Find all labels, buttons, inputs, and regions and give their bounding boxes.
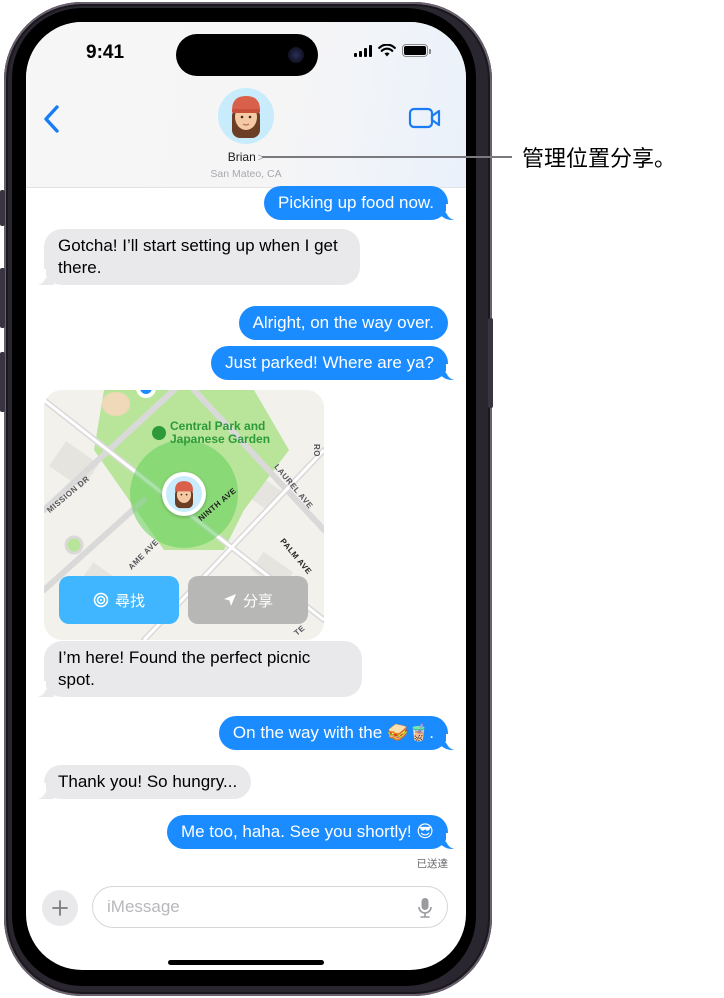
memoji-avatar-icon: [232, 96, 260, 138]
video-camera-icon[interactable]: [408, 106, 442, 130]
apps-plus-button[interactable]: [42, 890, 78, 926]
cellular-signal-icon: [354, 44, 372, 57]
message-text: Picking up food now.: [278, 193, 434, 212]
chevron-right-icon: >: [257, 152, 265, 164]
plus-icon: [52, 900, 68, 916]
message-text: Gotcha! I’ll start setting up when I get…: [58, 236, 338, 277]
microphone-icon[interactable]: [417, 896, 433, 920]
radar-icon: [93, 592, 109, 608]
message-bubble-outgoing[interactable]: On the way with the 🥪🧋.: [218, 716, 457, 750]
message-text: Thank you! So hungry...: [58, 772, 238, 791]
status-time: 9:41: [86, 42, 125, 63]
callout-line: [262, 156, 512, 158]
message-bubble-outgoing[interactable]: Alright, on the way over.: [238, 306, 448, 340]
park-label: Central Park and Japanese Garden: [170, 420, 270, 446]
location-arrow-icon: [223, 594, 236, 606]
message-text: On the way with the 🥪🧋.: [232, 723, 434, 742]
contact-name: Brian: [227, 150, 256, 164]
battery-icon: [402, 44, 431, 57]
find-button[interactable]: 尋找: [59, 576, 179, 624]
conversation-header: 9:41 Brian > San Mateo, CA: [26, 22, 466, 188]
contact-avatar[interactable]: [218, 88, 274, 144]
messages-screen: 9:41 Brian > San Mateo, CA Picking up fo…: [26, 22, 466, 970]
find-button-label: 尋找: [114, 592, 145, 610]
message-bubble-incoming[interactable]: Thank you! So hungry...: [35, 765, 252, 799]
message-bubble-outgoing[interactable]: Me too, haha. See you shortly! 😎: [166, 815, 457, 849]
callout-text: 管理位置分享。: [522, 147, 677, 172]
dynamic-island: [176, 34, 318, 76]
message-bubble-outgoing[interactable]: Picking up food now.: [264, 186, 456, 220]
status-icons: [354, 44, 431, 57]
share-location-button[interactable]: 分享: [188, 576, 308, 624]
contact-location-marker[interactable]: [162, 472, 206, 516]
location-map-card[interactable]: Central Park and Japanese Garden MISSION…: [44, 390, 324, 640]
message-input[interactable]: [107, 895, 397, 919]
volume-up-button: [0, 268, 5, 328]
volume-down-button: [0, 352, 5, 412]
imessage-input-field[interactable]: [92, 886, 448, 928]
home-indicator[interactable]: [168, 960, 324, 965]
message-text: Alright, on the way over.: [252, 313, 434, 332]
delivered-status: 已送達: [416, 858, 449, 870]
message-text: Just parked! Where are ya?: [225, 353, 434, 372]
side-power-button: [488, 318, 493, 408]
back-chevron-icon[interactable]: [40, 102, 64, 136]
message-text: Me too, haha. See you shortly! 😎: [180, 822, 434, 841]
message-bubble-outgoing[interactable]: Just parked! Where are ya?: [211, 346, 456, 380]
message-text: I’m here! Found the perfect picnic spot.: [58, 648, 311, 689]
park-pin-icon: [152, 426, 166, 440]
wifi-icon: [378, 44, 396, 57]
front-camera: [288, 47, 304, 63]
share-button-label: 分享: [242, 592, 273, 610]
message-bubble-incoming[interactable]: I’m here! Found the perfect picnic spot.: [36, 641, 362, 697]
street-label: RO: [312, 444, 321, 457]
message-bubble-incoming[interactable]: Gotcha! I’ll start setting up when I get…: [36, 229, 360, 285]
action-button: [0, 190, 5, 226]
contact-location: San Mateo, CA: [210, 168, 282, 180]
memoji-avatar-icon: [166, 476, 202, 512]
park-name-line2: Japanese Garden: [170, 432, 271, 446]
